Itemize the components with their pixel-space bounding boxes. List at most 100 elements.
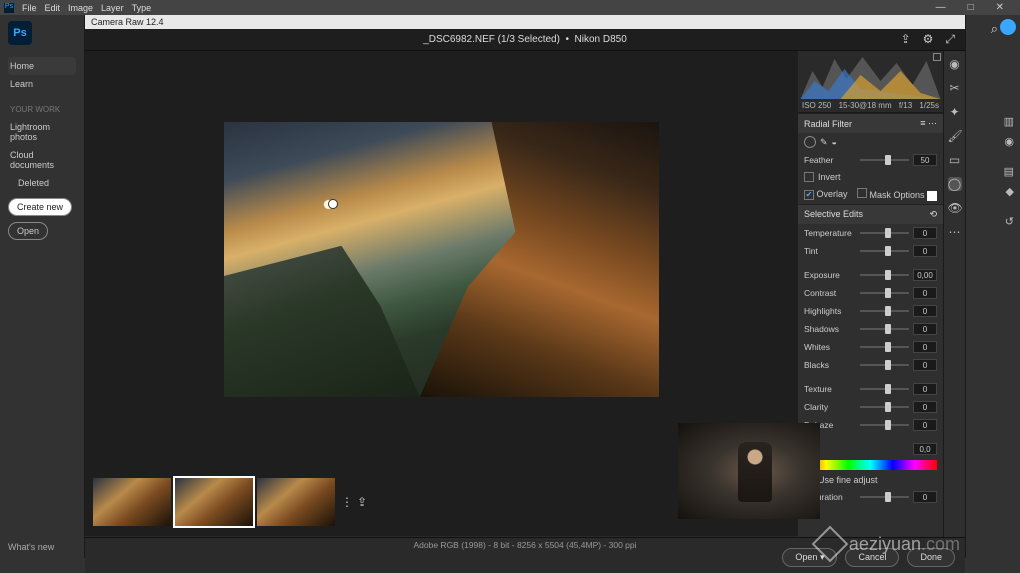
graduated-filter-icon[interactable]: ▭ (948, 153, 962, 167)
create-new-button[interactable]: Create new (8, 198, 72, 216)
menu-image[interactable]: Image (68, 3, 93, 13)
whites-slider[interactable] (860, 346, 909, 348)
export-icon[interactable]: ⇪ (901, 32, 911, 47)
adjust-brush-icon[interactable]: 🖌 (948, 129, 962, 143)
exposure-slider[interactable] (860, 274, 909, 276)
clipping-warning-icon[interactable] (933, 53, 941, 61)
preview-image[interactable] (224, 122, 659, 397)
acr-titlebar: Camera Raw 12.4 (85, 15, 965, 29)
filmstrip-more-icon[interactable]: ⋮ (341, 495, 353, 509)
footer-info[interactable]: Adobe RGB (1998) - 8 bit - 8256 x 5504 (… (413, 540, 636, 550)
settings-gear-icon[interactable]: ⚙ (923, 32, 934, 47)
histogram[interactable]: ISO 250 15-30@18 mm f/13 1/25s (798, 51, 943, 113)
canvas-area[interactable] (85, 51, 798, 468)
saturation-slider[interactable] (860, 496, 909, 498)
nav-home[interactable]: Home (8, 57, 76, 75)
edit-tool-icon[interactable]: ◉ (948, 57, 962, 71)
clarity-value[interactable]: 0 (913, 401, 937, 413)
shadows-value[interactable]: 0 (913, 323, 937, 335)
dehaze-value[interactable]: 0 (913, 419, 937, 431)
thumbnail-2[interactable] (175, 478, 253, 526)
saturation-value[interactable]: 0 (913, 491, 937, 503)
window-close-icon[interactable]: ✕ (996, 2, 1004, 13)
exposure-value[interactable]: 0,00 (913, 269, 937, 281)
nav-learn[interactable]: Learn (8, 75, 76, 93)
swatches-panel-icon[interactable]: ◉ (1004, 135, 1014, 148)
nav-cloud-docs[interactable]: Cloud documents (8, 146, 76, 174)
dehaze-slider[interactable] (860, 424, 909, 426)
feather-slider[interactable] (860, 159, 909, 161)
selective-edits-header[interactable]: Selective Edits⟲ (798, 204, 943, 224)
meta-shutter: 1/25s (919, 101, 939, 110)
webcam-overlay (678, 423, 820, 519)
nav-deleted[interactable]: Deleted (8, 174, 76, 192)
eraser-icon[interactable]: ◒ (832, 137, 837, 147)
thumbnail-1[interactable] (93, 478, 171, 526)
overlay-checkbox[interactable]: ✔ (804, 190, 814, 200)
crop-tool-icon[interactable]: ✂ (948, 81, 962, 95)
hue-value[interactable]: 0,0 (913, 443, 937, 455)
user-avatar[interactable] (1000, 19, 1016, 35)
history-panel-icon[interactable]: ↺ (1005, 215, 1014, 228)
radial-new-icon[interactable] (804, 136, 816, 148)
clarity-slider[interactable] (860, 406, 909, 408)
radial-filter-header[interactable]: Radial Filter≡ ⋯ (798, 113, 943, 133)
layers-panel-icon[interactable]: ▤ (1004, 165, 1014, 178)
blacks-slider[interactable] (860, 364, 909, 366)
menu-layer[interactable]: Layer (101, 3, 124, 13)
menu-file[interactable]: File (22, 3, 37, 13)
brush-icon[interactable]: ✎ (820, 137, 828, 148)
highlights-value[interactable]: 0 (913, 305, 937, 317)
open-button[interactable]: Open (8, 222, 48, 240)
hue-slider[interactable] (804, 460, 937, 470)
acr-header: _DSC6982.NEF (1/3 Selected) • Nikon D850… (85, 29, 965, 51)
redeye-tool-icon[interactable]: 👁 (948, 201, 962, 215)
camera-raw-window: Camera Raw 12.4 _DSC6982.NEF (1/3 Select… (85, 15, 965, 558)
texture-slider[interactable] (860, 388, 909, 390)
ps-home-sidebar: Ps Home Learn YOUR WORK Lightroom photos… (0, 15, 85, 558)
menu-type[interactable]: Type (132, 3, 152, 13)
invert-checkbox[interactable] (804, 172, 814, 182)
temperature-slider[interactable] (860, 232, 909, 234)
ps-icon: Ps (4, 3, 14, 13)
filmstrip-export-icon[interactable]: ⇪ (357, 495, 367, 509)
meta-iso: ISO 250 (802, 101, 831, 110)
window-maximize-icon[interactable]: □ (968, 2, 974, 13)
shadows-slider[interactable] (860, 328, 909, 330)
fullscreen-icon[interactable]: ⤢ (945, 32, 955, 47)
whites-value[interactable]: 0 (913, 341, 937, 353)
radial-filter-icon[interactable]: ◯ (948, 177, 962, 191)
paths-panel-icon[interactable]: ◆ (1006, 185, 1014, 198)
header-filename: _DSC6982.NEF (1/3 Selected) • Nikon D850 (423, 34, 627, 45)
meta-aperture: f/13 (899, 101, 912, 110)
highlights-slider[interactable] (860, 310, 909, 312)
ps-logo-icon: Ps (8, 21, 32, 45)
mask-checkbox[interactable] (857, 188, 867, 198)
heal-tool-icon[interactable]: ✦ (948, 105, 962, 119)
ps-right-rail: ⌕ ▥ ◉ ▤ ◆ ↺ (965, 15, 1020, 558)
texture-value[interactable]: 0 (913, 383, 937, 395)
nav-lightroom[interactable]: Lightroom photos (8, 118, 76, 146)
presets-icon[interactable]: ⋯ (948, 225, 962, 239)
reset-icon[interactable]: ⟲ (929, 209, 937, 220)
temperature-value[interactable]: 0 (913, 227, 937, 239)
color-panel-icon[interactable]: ▥ (1004, 115, 1014, 128)
feather-value[interactable]: 50 (913, 154, 937, 166)
thumbnail-3[interactable] (257, 478, 335, 526)
window-minimize-icon[interactable]: — (936, 2, 946, 13)
whats-new-link[interactable]: What's new (8, 542, 54, 552)
contrast-value[interactable]: 0 (913, 287, 937, 299)
contrast-slider[interactable] (860, 292, 909, 294)
tint-slider[interactable] (860, 250, 909, 252)
watermark-cube-icon (812, 526, 849, 563)
app-menubar: Ps File Edit Image Layer Type — □ ✕ (0, 0, 1020, 15)
acr-tool-column: ◉ ✂ ✦ 🖌 ▭ ◯ 👁 ⋯ (943, 51, 965, 558)
tint-value[interactable]: 0 (913, 245, 937, 257)
mask-color-swatch[interactable] (927, 191, 937, 201)
blacks-value[interactable]: 0 (913, 359, 937, 371)
radial-filter-pin[interactable] (328, 199, 338, 209)
search-icon[interactable]: ⌕ (991, 21, 998, 37)
invert-label: Invert (818, 172, 841, 182)
menu-edit[interactable]: Edit (45, 3, 61, 13)
watermark: aeziyuan.com (817, 531, 960, 557)
